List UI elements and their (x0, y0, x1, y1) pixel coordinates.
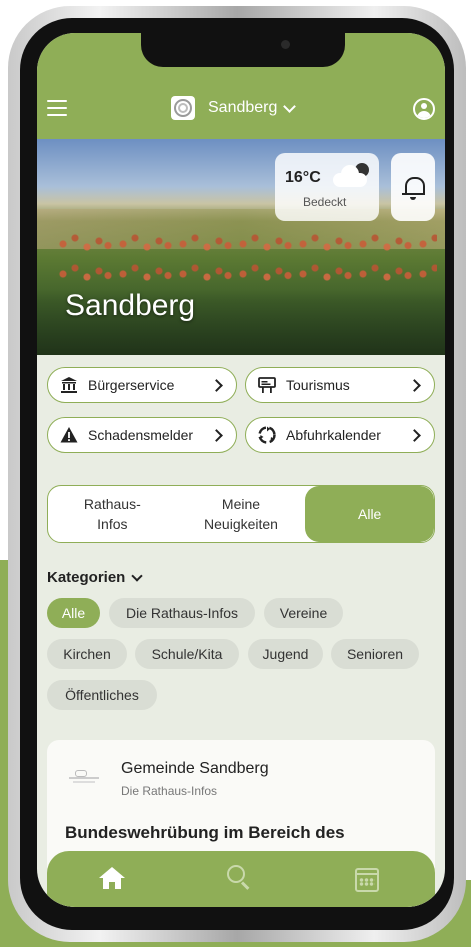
chevron-right-icon (408, 428, 421, 442)
chevron-right-icon (210, 378, 223, 392)
town-selector[interactable]: Sandberg (208, 99, 297, 117)
hamburger-menu-icon[interactable] (47, 100, 67, 116)
quick-link-label: Schadensmelder (88, 427, 194, 443)
publisher-logo (69, 770, 99, 784)
segment-alle[interactable]: Alle (305, 486, 434, 542)
bottom-tab-bar (47, 851, 435, 907)
weather-temperature: 16°C (285, 169, 321, 186)
segment-label-line2: Infos (97, 516, 128, 532)
notifications-button[interactable] (391, 153, 435, 221)
news-headline: Bundeswehrübung im Bereich des (65, 823, 345, 842)
category-chip-schule-kita[interactable]: Schule/Kita (135, 639, 239, 669)
categories-toggle[interactable]: Kategorien (47, 569, 144, 586)
town-logo (171, 96, 195, 120)
home-icon[interactable] (99, 867, 125, 889)
categories-title: Kategorien (47, 569, 126, 586)
quick-link-schadensmelder[interactable]: Schadensmelder (47, 417, 237, 453)
chevron-down-icon (131, 569, 144, 582)
quick-link-abfuhrkalender[interactable]: Abfuhrkalender (245, 417, 435, 453)
weather-widget[interactable]: 16°C Bedeckt (275, 153, 379, 221)
segment-rathaus-infos[interactable]: Rathaus- Infos (48, 486, 177, 542)
town-name: Sandberg (208, 99, 278, 116)
chevron-down-icon (283, 99, 297, 113)
news-category: Die Rathaus-Infos (121, 784, 218, 798)
quick-link-label: Bürgerservice (88, 377, 175, 393)
category-chip-rathaus-infos[interactable]: Die Rathaus-Infos (109, 598, 255, 628)
quick-link-tourismus[interactable]: Tourismus (245, 367, 435, 403)
category-chip-senioren[interactable]: Senioren (331, 639, 419, 669)
quick-link-label: Abfuhrkalender (286, 427, 381, 443)
category-chip-jugend[interactable]: Jugend (248, 639, 323, 669)
chevron-right-icon (210, 428, 223, 442)
category-chip-oeffentliches[interactable]: Öffentliches (47, 680, 157, 710)
segment-label-line2: Neuigkeiten (204, 516, 278, 532)
townhall-icon (60, 376, 78, 394)
sign-icon (258, 376, 276, 394)
category-chip-alle[interactable]: Alle (47, 598, 100, 628)
segment-label-line1: Meine (221, 496, 261, 512)
chevron-right-icon (408, 378, 421, 392)
camera (281, 40, 290, 49)
weather-description: Bedeckt (303, 195, 347, 209)
notch (141, 33, 345, 67)
search-icon[interactable] (227, 865, 251, 890)
profile-icon[interactable] (413, 98, 435, 120)
warning-icon (60, 426, 78, 444)
news-filter-segmented-control: Rathaus- Infos Meine Neuigkeiten Alle (47, 485, 435, 543)
app-screen: Sandberg Sandberg 16°C Bedeckt Bürgerser… (37, 33, 445, 907)
quick-link-buergerservice[interactable]: Bürgerservice (47, 367, 237, 403)
cloud-sun-icon (333, 161, 373, 191)
calendar-icon[interactable] (355, 865, 379, 892)
segment-label-line1: Rathaus- (83, 496, 141, 512)
segment-meine-neuigkeiten[interactable]: Meine Neuigkeiten (177, 486, 306, 542)
category-chip-vereine[interactable]: Vereine (264, 598, 343, 628)
quick-link-label: Tourismus (286, 377, 350, 393)
hero-title: Sandberg (65, 289, 196, 322)
category-chip-kirchen[interactable]: Kirchen (47, 639, 127, 669)
hero-image: Sandberg 16°C Bedeckt (37, 139, 445, 355)
recycle-icon (258, 426, 276, 444)
segment-label: Alle (358, 506, 382, 522)
news-source: Gemeinde Sandberg (121, 760, 269, 777)
